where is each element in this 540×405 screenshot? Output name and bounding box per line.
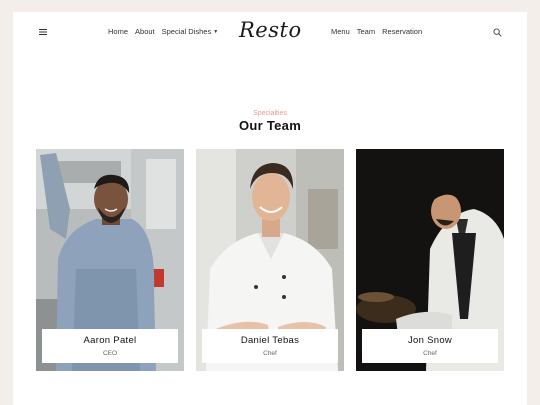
team-card[interactable]: Daniel Tebas Chef — [196, 149, 344, 371]
nav-about-link[interactable]: About — [135, 27, 155, 36]
chevron-down-icon: ▼ — [213, 29, 219, 35]
team-card-label: Aaron Patel CEO — [42, 329, 178, 363]
team-member-name: Daniel Tebas — [240, 335, 300, 346]
search-icon[interactable] — [493, 28, 502, 37]
section-title: Our Team — [238, 118, 302, 133]
team-member-role: Chef — [423, 350, 437, 357]
team-member-role: CEO — [102, 350, 118, 357]
team-card-label: Jon Snow Chef — [362, 329, 498, 363]
hamburger-icon[interactable] — [38, 27, 48, 37]
team-member-name: Jon Snow — [407, 335, 453, 346]
nav-reservation-link[interactable]: Reservation — [382, 27, 422, 36]
nav-right: Menu Team Reservation — [331, 27, 422, 36]
site-logo[interactable]: Resto — [239, 20, 302, 41]
team-card-label: Daniel Tebas Chef — [202, 329, 338, 363]
page: Home About Special Dishes ▼ Resto Menu Te… — [13, 12, 527, 405]
nav-team-link[interactable]: Team — [357, 27, 375, 36]
nav-special-dishes-link[interactable]: Special Dishes ▼ — [162, 27, 219, 36]
team-member-role: Chef — [263, 350, 277, 357]
nav-home-link[interactable]: Home — [108, 27, 128, 36]
team-card[interactable]: Jon Snow Chef — [356, 149, 504, 371]
nav-left: Home About Special Dishes ▼ — [108, 27, 218, 36]
nav-menu-link[interactable]: Menu — [331, 27, 350, 36]
nav-special-dishes-label: Special Dishes — [161, 27, 212, 36]
team-member-name: Aaron Patel — [83, 335, 137, 346]
section-kicker: Specialties — [253, 110, 287, 117]
site-header: Home About Special Dishes ▼ Resto Menu Te… — [13, 12, 527, 56]
team-card[interactable]: Aaron Patel CEO — [36, 149, 184, 371]
